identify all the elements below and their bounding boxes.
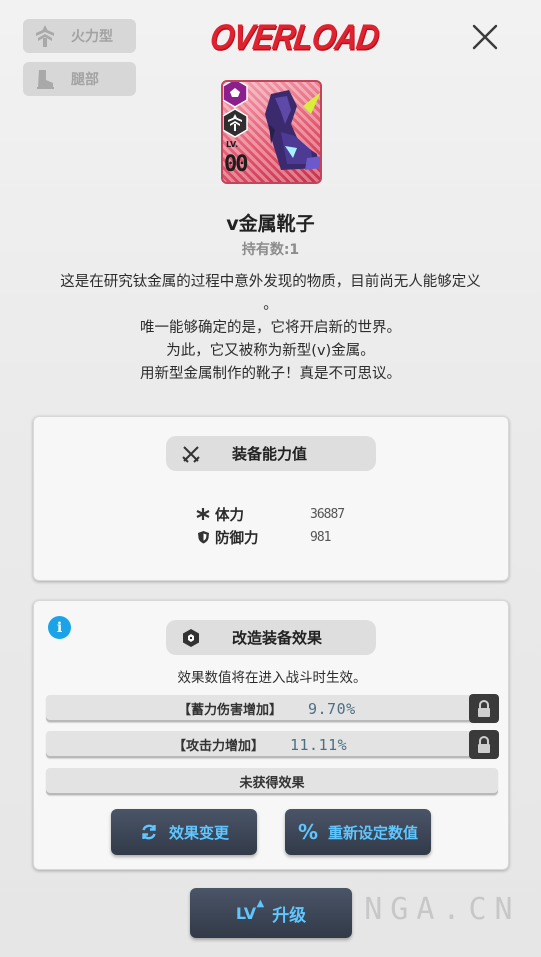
- mod-panel-title: 改造装备效果: [232, 629, 323, 647]
- modification-effects-panel: i 改造装备效果 效果数值将在进入战斗时生效。 【蓄力伤害增加】 9.70% 【…: [33, 600, 509, 870]
- weapon-type-label: 火力型: [71, 29, 113, 45]
- overload-logo: OVERLOAD: [207, 17, 381, 58]
- owned-count: 持有数:1: [241, 242, 300, 258]
- upgrade-button[interactable]: LV ▲ 升级: [190, 888, 352, 938]
- item-name: v金属靴子: [226, 213, 315, 235]
- change-effect-button[interactable]: 效果变更: [111, 809, 257, 855]
- refresh-icon: [142, 824, 156, 840]
- metal-boots-icon: [265, 90, 320, 170]
- percent-icon: %: [297, 820, 319, 844]
- effect-value: 11.11%: [290, 735, 348, 754]
- empty-effect-row: 未获得效果: [46, 768, 498, 795]
- reset-values-label: 重新设定数值: [328, 823, 419, 842]
- effect-value: 9.70%: [308, 699, 356, 718]
- description-line: 这是在研究钛金属的过程中意外发现的物质，目前尚无人能够定义: [60, 274, 481, 290]
- item-level-label: LV.: [226, 140, 239, 149]
- item-level-value: 00: [224, 152, 248, 177]
- class-badge-icon: [223, 108, 248, 138]
- level-up-icon: LV ▲: [235, 897, 265, 923]
- equipment-slot-label: 腿部: [71, 72, 99, 88]
- stat-row-defense: 防御力 981: [191, 526, 332, 548]
- stat-row-hp: 体力 36887: [191, 503, 345, 525]
- equipment-slot-tag[interactable]: 腿部: [23, 62, 136, 96]
- close-button[interactable]: [468, 20, 502, 54]
- lock-icon[interactable]: [469, 694, 499, 723]
- info-icon[interactable]: i: [48, 616, 71, 639]
- empty-effect-label: 未获得效果: [239, 776, 305, 791]
- upgrade-label: 升级: [272, 905, 307, 926]
- description-line: 为此，它又被称为新型(v)金属。: [166, 343, 375, 359]
- boot-icon: [23, 62, 67, 96]
- modify-gear-icon: [166, 628, 216, 648]
- crossed-swords-icon: [166, 444, 216, 464]
- effect-row[interactable]: 【蓄力伤害增加】 9.70%: [46, 694, 499, 723]
- stat-value: 981: [310, 529, 332, 545]
- effect-row[interactable]: 【攻击力增加】 11.11%: [46, 730, 499, 759]
- reset-values-button[interactable]: % 重新设定数值: [285, 809, 431, 855]
- close-icon: [472, 24, 498, 50]
- stat-label: 防御力: [215, 530, 259, 547]
- equipment-card[interactable]: LV. 00: [221, 80, 322, 184]
- stat-label: 体力: [215, 507, 244, 524]
- change-effect-label: 效果变更: [168, 823, 229, 842]
- mod-effect-note: 效果数值将在进入战斗时生效。: [177, 670, 367, 686]
- item-description: 这是在研究钛金属的过程中意外发现的物质，目前尚无人能够定义 。 唯一能够确定的是…: [30, 271, 511, 386]
- mod-panel-header: 改造装备效果: [166, 620, 376, 655]
- stats-panel-header: 装备能力值: [166, 436, 376, 471]
- stat-value: 36887: [310, 506, 345, 522]
- description-line: 唯一能够确定的是，它将开启新的世界。: [140, 320, 401, 336]
- effect-label: 【蓄力伤害增加】: [177, 703, 282, 718]
- asterisk-icon: [191, 507, 215, 521]
- weapon-type-tag[interactable]: 火力型: [23, 19, 136, 53]
- equipment-stats-panel: 装备能力值 体力 36887 防御力 981: [33, 416, 509, 581]
- firepower-icon: [23, 19, 67, 53]
- rarity-badge-icon: [223, 82, 248, 108]
- shield-icon: [191, 530, 215, 544]
- description-line: 。: [263, 297, 278, 313]
- lock-icon[interactable]: [469, 730, 499, 759]
- effect-label: 【攻击力增加】: [172, 739, 264, 754]
- description-line: 用新型金属制作的靴子！真是不可思议。: [140, 366, 401, 382]
- stats-panel-title: 装备能力值: [232, 445, 308, 463]
